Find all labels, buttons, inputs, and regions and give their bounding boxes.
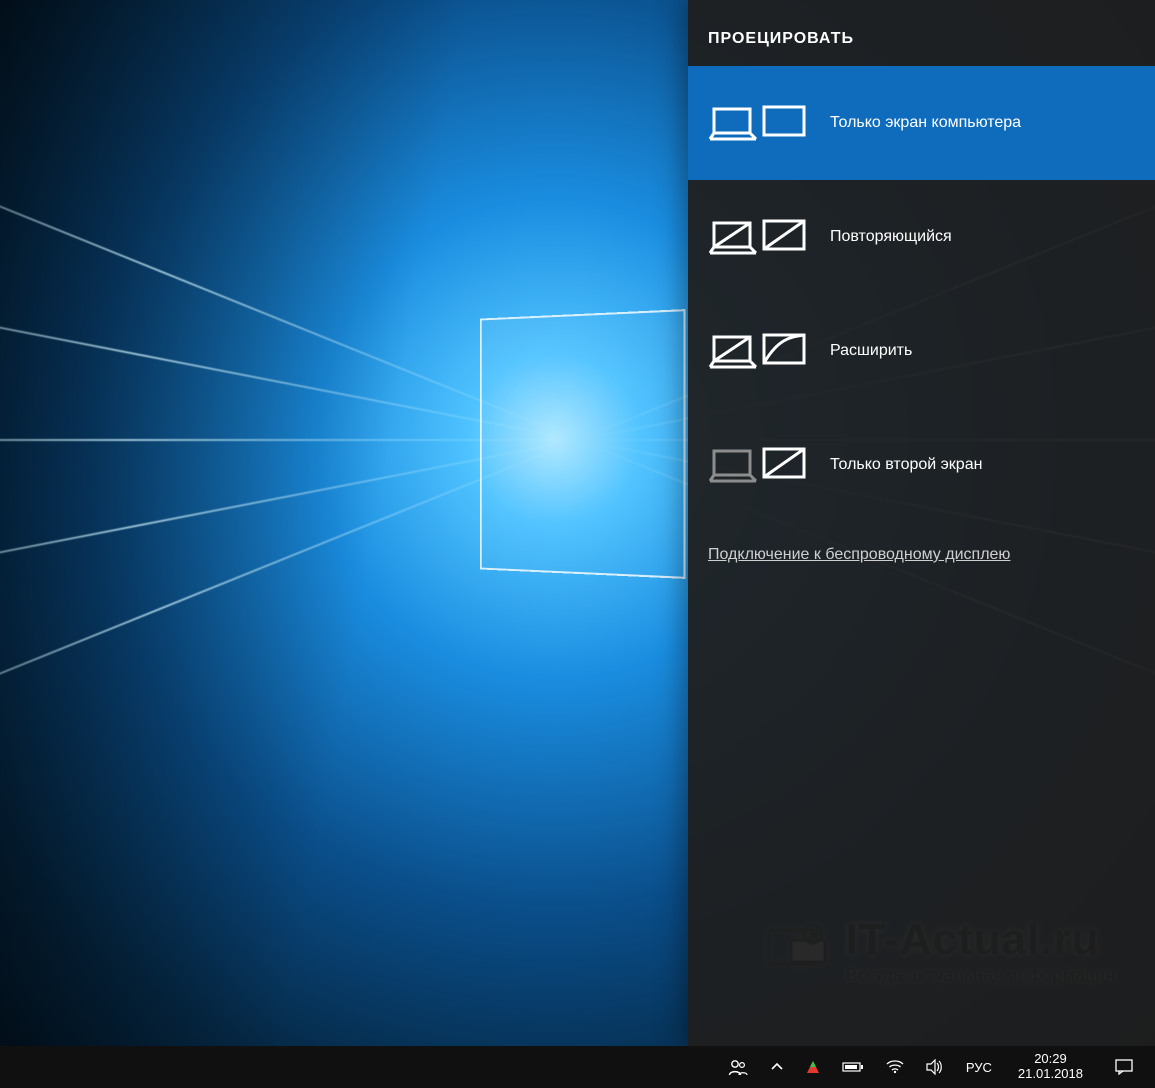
people-icon[interactable]: [724, 1046, 752, 1088]
language-label: РУС: [966, 1060, 992, 1075]
language-indicator[interactable]: РУС: [962, 1046, 996, 1088]
volume-icon[interactable]: [922, 1046, 948, 1088]
taskbar-clock[interactable]: 20:29 21.01.2018: [1010, 1046, 1091, 1088]
battery-icon[interactable]: [838, 1046, 868, 1088]
action-center-icon[interactable]: [1105, 1046, 1143, 1088]
duplicate-icon: [708, 213, 808, 261]
project-option-extend[interactable]: Расширить: [688, 294, 1155, 408]
project-option-label: Только экран компьютера: [830, 114, 1135, 132]
project-option-label: Только второй экран: [830, 456, 1135, 474]
clock-date: 21.01.2018: [1018, 1067, 1083, 1082]
clock-time: 20:29: [1034, 1052, 1067, 1067]
system-tray: РУС 20:29 21.01.2018: [718, 1046, 1149, 1088]
connect-wireless-display-link[interactable]: Подключение к беспроводному дисплею: [688, 522, 1155, 564]
project-option-second-only[interactable]: Только второй экран: [688, 408, 1155, 522]
project-option-duplicate[interactable]: Повторяющийся: [688, 180, 1155, 294]
tray-overflow-chevron-icon[interactable]: [766, 1046, 788, 1088]
project-panel: ПРОЕЦИРОВАТЬ Только экран компьютера: [688, 0, 1155, 1046]
pc-screen-only-icon: [708, 99, 808, 147]
tray-app-icon[interactable]: [802, 1046, 824, 1088]
project-option-label: Расширить: [830, 342, 1135, 360]
taskbar: РУС 20:29 21.01.2018: [0, 1046, 1155, 1088]
project-option-label: Повторяющийся: [830, 228, 1135, 246]
project-option-pc-only[interactable]: Только экран компьютера: [688, 66, 1155, 180]
second-screen-only-icon: [708, 441, 808, 489]
wifi-icon[interactable]: [882, 1046, 908, 1088]
project-panel-title: ПРОЕЦИРОВАТЬ: [688, 30, 1155, 66]
extend-icon: [708, 327, 808, 375]
